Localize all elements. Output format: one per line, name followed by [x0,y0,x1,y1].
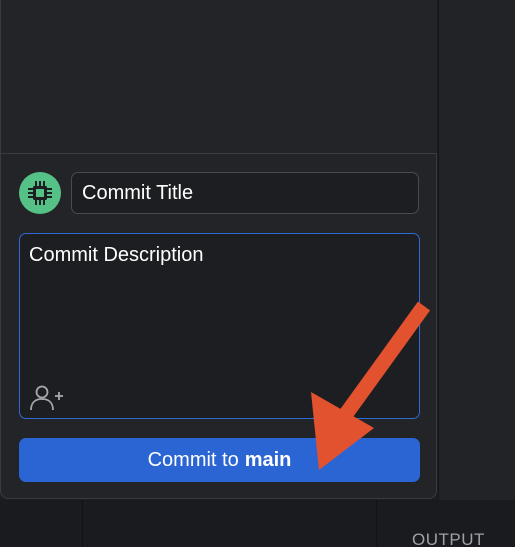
add-coauthor-button[interactable] [28,384,64,412]
commit-title-input[interactable] [71,172,419,214]
changes-list-area [1,0,437,154]
commit-description-input[interactable] [20,234,419,374]
add-coauthor-icon [30,385,63,411]
tab-output[interactable]: OUTPUT [412,530,485,547]
bottom-divider [82,500,83,547]
commit-panel: Commit to main [0,0,437,499]
commit-button-label: Commit to [147,448,239,471]
bottom-divider [376,500,377,547]
commit-description-box [19,233,420,419]
commit-branch-name: main [244,448,292,471]
app-window: OUTPUT Commit Title Commit Description C… [0,0,515,547]
commit-button[interactable]: Commit to main [19,438,420,482]
chip-icon [28,181,52,205]
right-side-panel [438,0,515,500]
chip-avatar-icon [19,172,61,214]
